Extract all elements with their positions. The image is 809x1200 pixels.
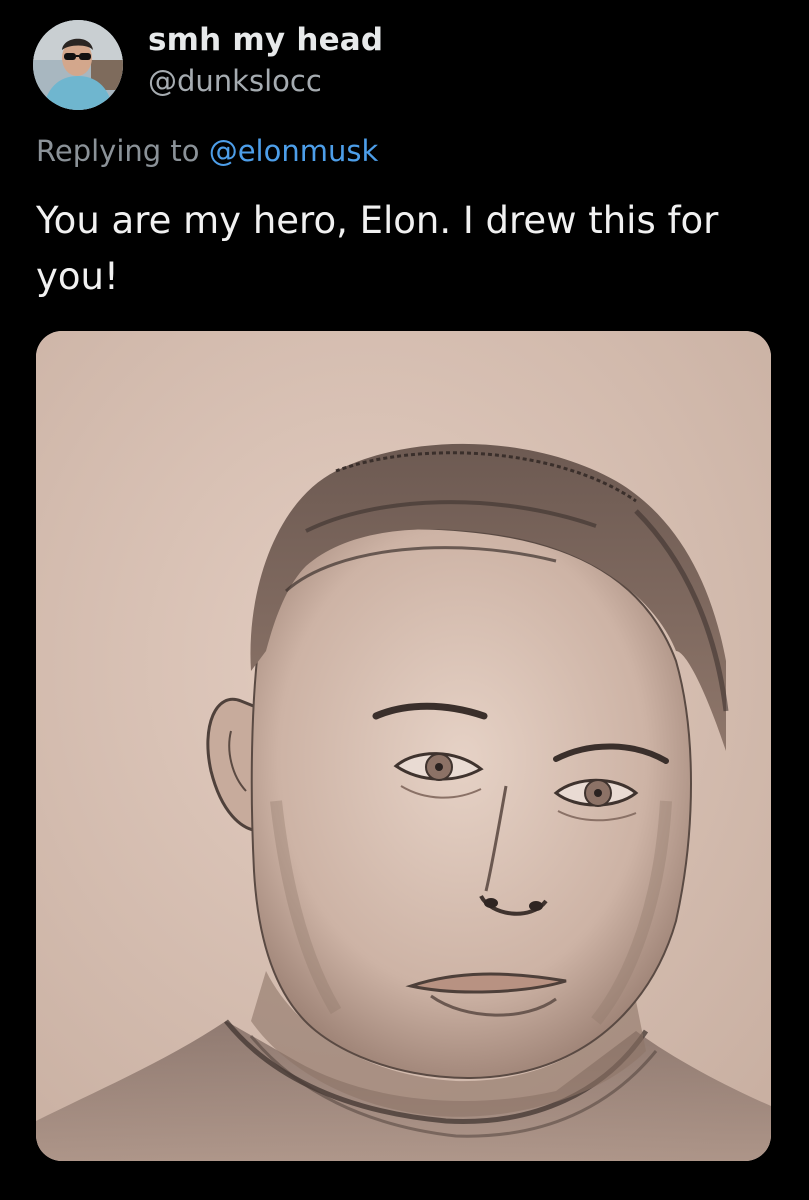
author-display-name[interactable]: smh my head (148, 22, 383, 58)
reply-mention-link[interactable]: @elonmusk (209, 134, 379, 168)
author-avatar[interactable] (33, 20, 123, 110)
tweet-media-image[interactable] (36, 331, 771, 1161)
user-avatar-icon (33, 20, 123, 110)
author-handle[interactable]: @dunkslocc (148, 64, 322, 98)
tweet: smh my head @dunkslocc Replying to @elon… (0, 0, 809, 1200)
reply-context: Replying to @elonmusk (36, 134, 378, 168)
reply-prefix: Replying to (36, 134, 200, 168)
tweet-text: You are my hero, Elon. I drew this for y… (36, 199, 719, 298)
pencil-sketch-portrait-image (36, 331, 771, 1161)
